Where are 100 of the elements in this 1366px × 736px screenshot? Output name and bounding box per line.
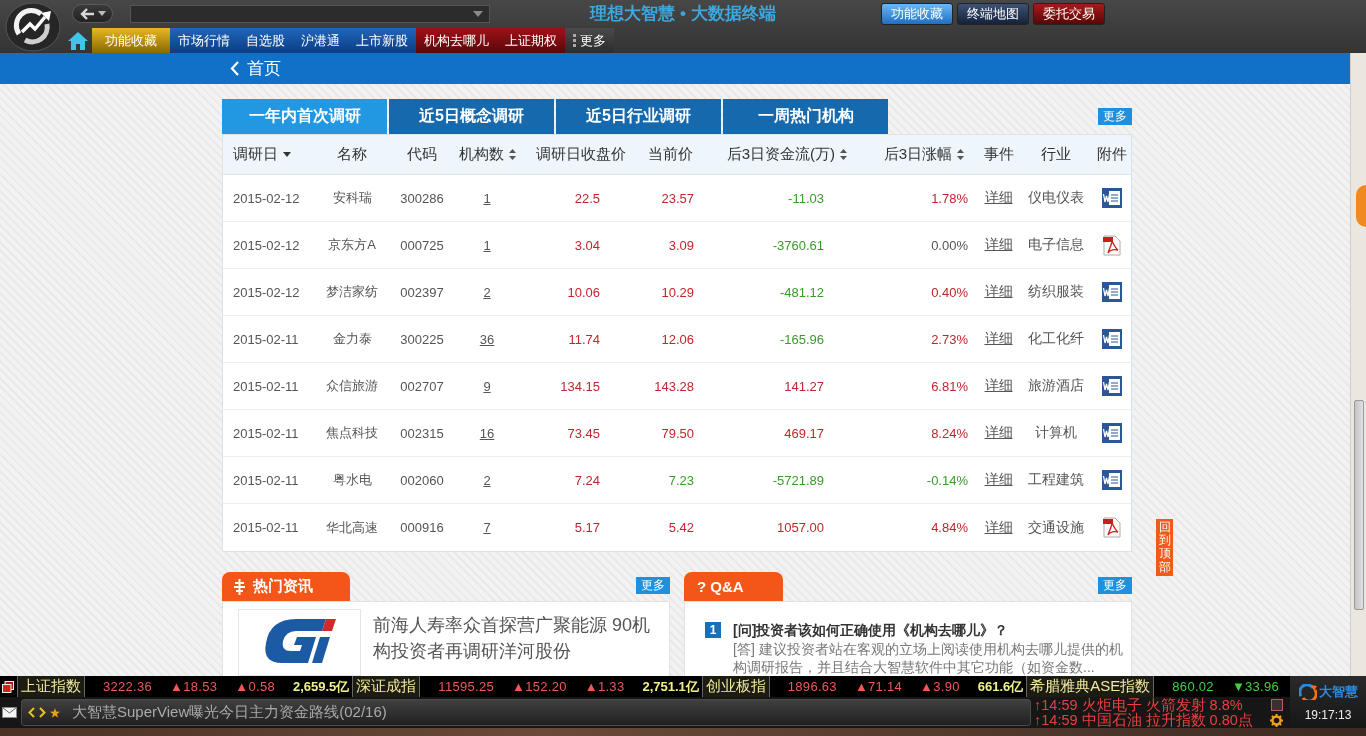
column-header: 事件 (983, 145, 1014, 164)
toolbar-button[interactable]: 终端地图 (957, 2, 1029, 25)
change-percent-cell: -0.14% (926, 472, 968, 488)
side-panel-handle[interactable] (1356, 185, 1366, 227)
industry-cell: 电子信息 (1028, 236, 1084, 254)
word-document-icon[interactable] (1102, 329, 1122, 349)
pdf-document-icon[interactable] (1103, 234, 1121, 256)
nav-tab[interactable]: 上市新股 (348, 28, 416, 53)
index-name[interactable]: 上证指数 (17, 676, 85, 697)
detail-link[interactable]: 详细 (984, 471, 1013, 489)
dropdown-caret-icon (473, 10, 483, 17)
detail-link[interactable]: 详细 (984, 236, 1013, 254)
detail-link[interactable]: 详细 (984, 189, 1013, 207)
index-name[interactable]: 创业板指 (701, 676, 770, 697)
index-name[interactable]: 深证成指 (352, 676, 421, 697)
date-cell: 2015-02-11 (233, 425, 299, 441)
fund-flow-cell: -5721.89 (772, 472, 824, 488)
pdf-document-icon[interactable] (1103, 517, 1121, 538)
institution-count-link[interactable]: 1 (483, 237, 491, 253)
detail-link[interactable]: 详细 (984, 283, 1013, 301)
fund-flow-cell: 141.27 (784, 378, 824, 394)
index-value: 1896.63 (787, 679, 837, 694)
column-header: 代码 (407, 145, 437, 164)
nav-tab[interactable]: 上证期权 (497, 28, 565, 53)
research-tab[interactable]: 一周热门机构 (723, 99, 888, 134)
chevron-left-icon[interactable] (28, 707, 35, 718)
change-percent-cell: 1.78% (931, 190, 968, 206)
settings-icon[interactable] (1270, 713, 1283, 727)
word-document-icon[interactable] (1102, 376, 1122, 396)
institution-count-link[interactable]: 36 (479, 331, 495, 347)
sort-icon[interactable] (840, 149, 847, 160)
index-change: ▲71.14 (854, 679, 903, 694)
word-document-icon[interactable] (1102, 188, 1122, 208)
column-header: 机构数 (458, 145, 504, 164)
change-percent-cell: 0.00% (931, 237, 968, 253)
institution-count-link[interactable]: 9 (483, 378, 491, 394)
sort-descending-icon[interactable] (283, 152, 291, 157)
address-field[interactable] (130, 4, 490, 23)
stock-name-cell: 焦点科技 (326, 424, 378, 442)
institution-count-link[interactable]: 1 (483, 190, 491, 206)
index-name[interactable]: 希腊雅典ASE指数 (1026, 676, 1155, 697)
stock-alert[interactable]: ↑14:59 火炬电子 火箭发射 8.8% (1034, 697, 1268, 713)
window-stack-icon[interactable] (2, 680, 14, 693)
institution-count-link[interactable]: 16 (479, 425, 495, 441)
news-headline[interactable]: 前海人寿率众首探营广聚能源 90机构投资者再调研洋河股份 (373, 609, 665, 676)
detail-link[interactable]: 详细 (984, 424, 1013, 442)
change-percent-cell: 6.81% (931, 378, 968, 394)
chevron-right-icon[interactable] (39, 707, 46, 718)
question-text[interactable]: [问]投资者该如何正确使用《机构去哪儿》？ (733, 621, 1131, 640)
sort-icon[interactable] (508, 149, 516, 160)
column-header: 当前价 (648, 145, 693, 164)
nav-tab[interactable]: 沪港通 (293, 28, 348, 53)
nav-tab[interactable]: 市场行情 (170, 28, 238, 53)
nav-tab[interactable]: 自选股 (238, 28, 293, 53)
price-cell: 73.45 (567, 425, 600, 441)
fund-flow-cell: -165.96 (779, 331, 824, 347)
fund-flow-cell: -3760.61 (772, 237, 824, 253)
column-header: 后3日涨幅 (883, 145, 952, 164)
nav-tab[interactable]: 更多 (565, 28, 614, 53)
clock-time: 19:17:13 (1304, 707, 1352, 722)
scrollbar-thumb[interactable] (1353, 400, 1364, 610)
index-change: ▲152.20 (512, 679, 567, 694)
detail-link[interactable]: 详细 (984, 377, 1013, 395)
detail-link[interactable]: 详细 (984, 518, 1013, 537)
news-headline[interactable]: 大智慧SuperView曝光今日主力资金路线(02/16) (72, 703, 387, 722)
stock-alert[interactable]: ↑14:59 中国石油 拉升指数 0.80点 (1034, 712, 1268, 728)
toolbar-button[interactable]: 委托交易 (1033, 2, 1105, 25)
institution-count-link[interactable]: 2 (483, 472, 491, 488)
stock-name-cell: 粤水电 (332, 471, 372, 489)
stock-name-cell: 众信旅游 (326, 377, 378, 395)
star-icon[interactable] (50, 707, 60, 718)
dots-icon (573, 34, 576, 47)
institution-count-link[interactable]: 7 (483, 520, 491, 535)
detail-link[interactable]: 详细 (984, 330, 1013, 348)
word-document-icon[interactable] (1102, 470, 1122, 490)
logo-icon (5, 1, 61, 52)
stock-code-cell: 002707 (400, 378, 444, 394)
date-cell: 2015-02-11 (233, 331, 299, 347)
app-title: 理想大智慧 • 大数据终端 (588, 3, 777, 25)
stock-code-cell: 002315 (400, 425, 444, 441)
column-header: 后3日资金流(万) (726, 145, 835, 164)
mail-icon[interactable] (2, 707, 17, 718)
institution-count-link[interactable]: 2 (483, 284, 491, 300)
research-tab[interactable]: 近5日概念调研 (389, 99, 554, 134)
sort-icon[interactable] (957, 149, 964, 160)
word-document-icon[interactable] (1102, 282, 1122, 302)
research-tab[interactable]: 近5日行业调研 (556, 99, 721, 134)
company-logo-thumbnail[interactable] (238, 609, 361, 676)
home-icon[interactable] (67, 31, 89, 51)
stock-name-cell: 京东方A (328, 236, 376, 254)
industry-cell: 化工化纤 (1028, 330, 1084, 348)
nav-tab[interactable]: 机构去哪儿 (416, 28, 497, 53)
stock-code-cell: 002397 (400, 284, 444, 300)
price-cell: 22.5 (574, 190, 600, 206)
word-document-icon[interactable] (1102, 423, 1122, 443)
home-link[interactable]: 首页 (230, 57, 281, 80)
change-percent-cell: 2.73% (931, 331, 968, 347)
change-percent-cell: 8.24% (931, 425, 968, 441)
square-icon[interactable] (1270, 698, 1283, 711)
back-button[interactable] (72, 4, 113, 23)
